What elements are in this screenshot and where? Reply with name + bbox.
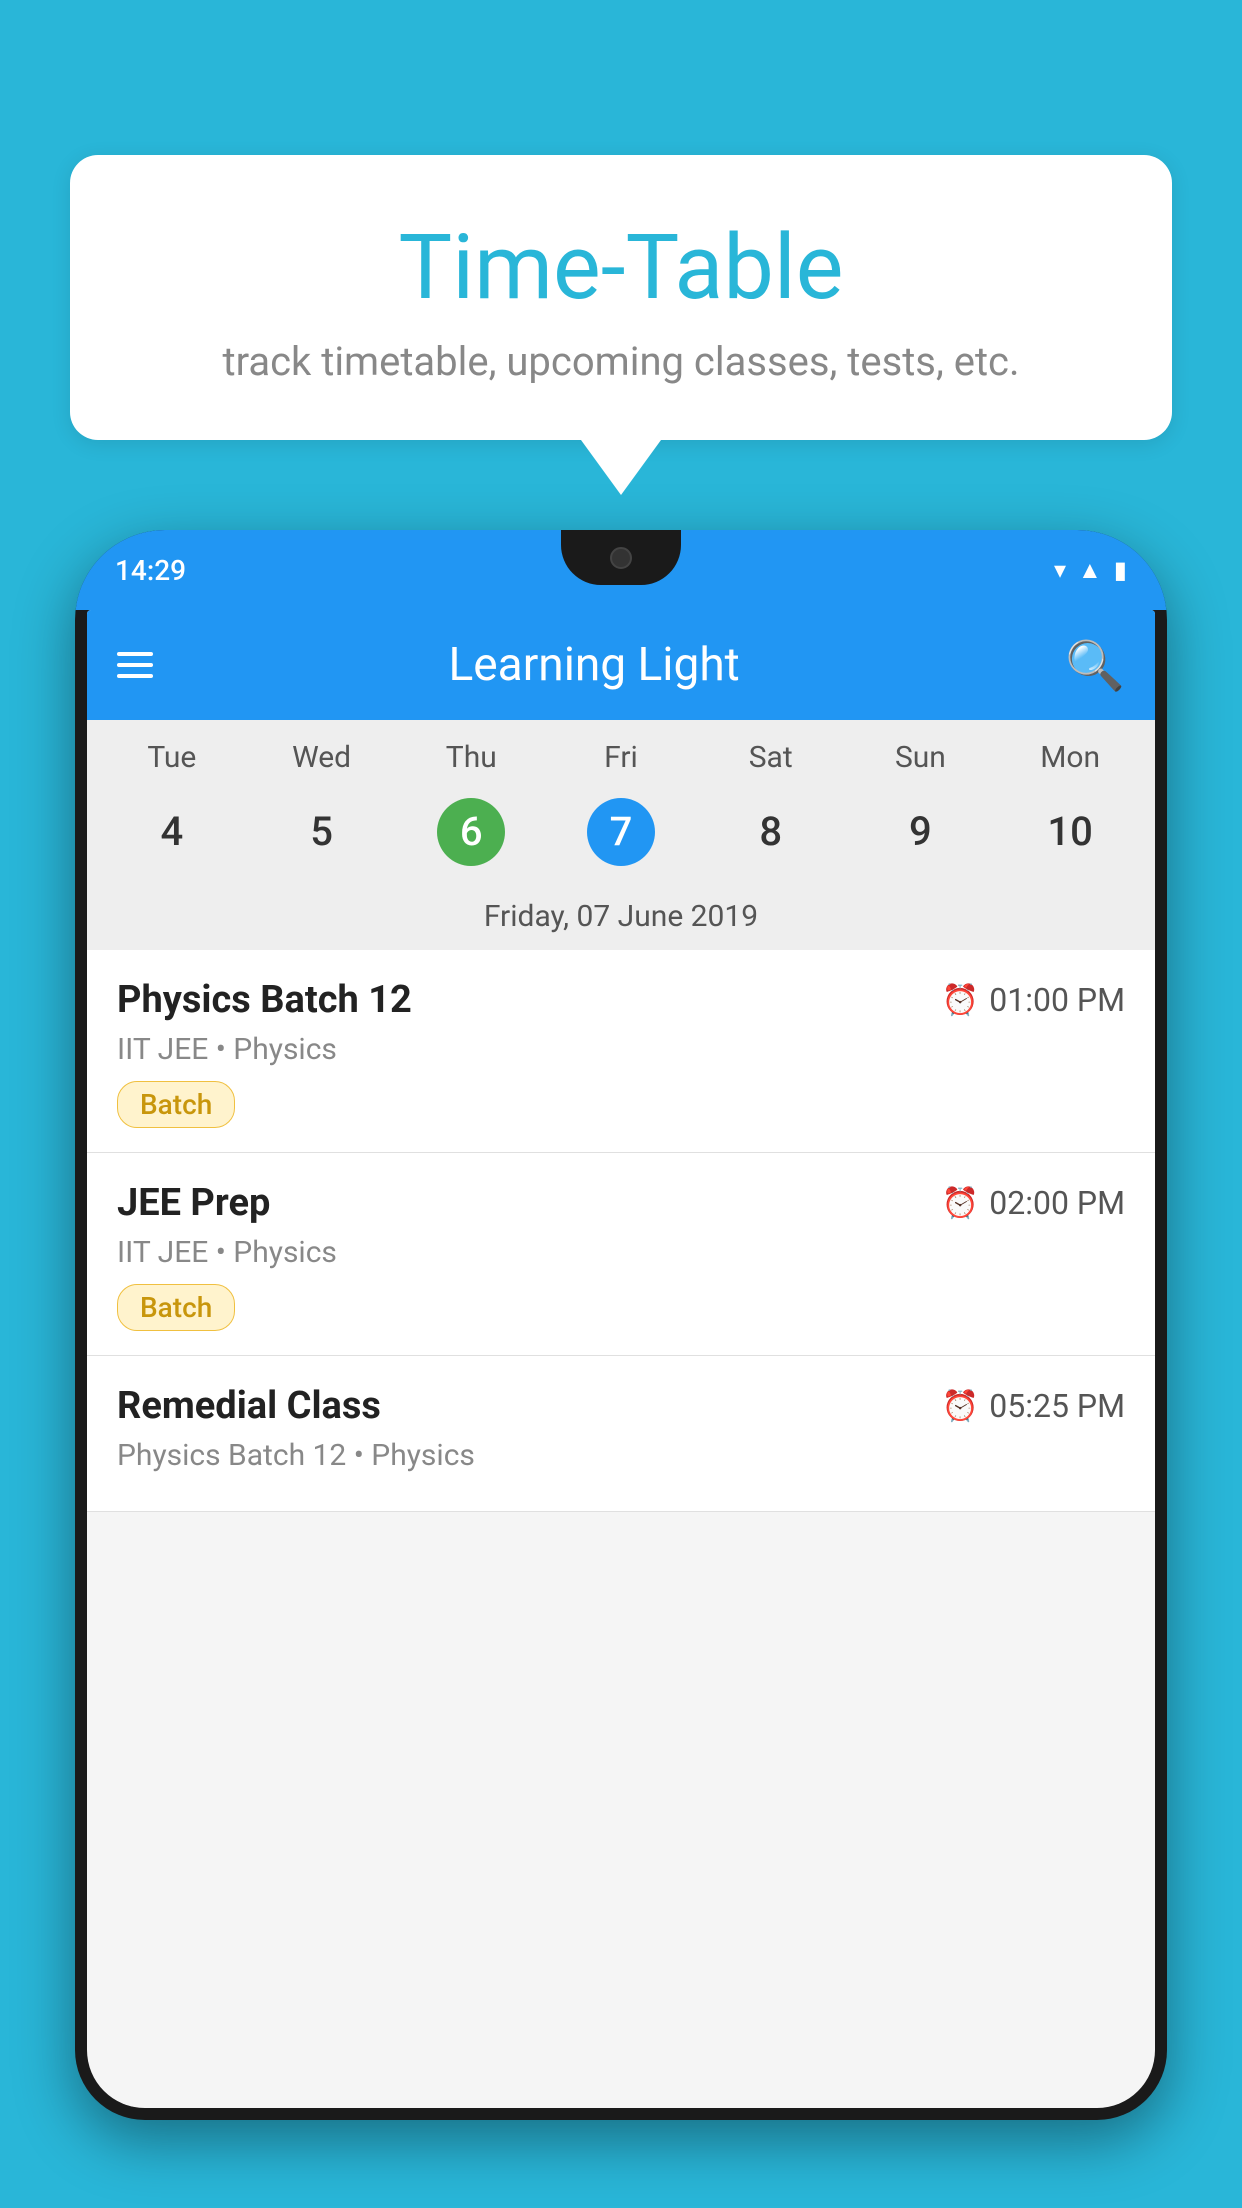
camera (610, 547, 632, 569)
hamburger-line-1 (117, 652, 153, 656)
hamburger-line-3 (117, 674, 153, 678)
schedule-item-2-header: JEE Prep ⏰ 02:00 PM (117, 1181, 1125, 1225)
date-10[interactable]: 10 (995, 802, 1145, 862)
day-mon: Mon (995, 740, 1145, 775)
notch-cutout (561, 530, 681, 585)
schedule-item-2-time-text: 02:00 PM (989, 1184, 1125, 1222)
schedule-item-3[interactable]: Remedial Class ⏰ 05:25 PM Physics Batch … (87, 1356, 1155, 1512)
day-headers: Tue Wed Thu Fri Sat Sun Mon (87, 720, 1155, 783)
schedule-item-1-subtitle: IIT JEE • Physics (117, 1032, 1125, 1067)
day-sat: Sat (696, 740, 846, 775)
date-6-today[interactable]: 6 (437, 798, 505, 866)
schedule-item-1-time-text: 01:00 PM (989, 981, 1125, 1019)
status-icons: ▾ ▲ ▮ (1054, 556, 1127, 585)
schedule-item-3-time-text: 05:25 PM (989, 1387, 1125, 1425)
schedule-item-3-time: ⏰ 05:25 PM (942, 1387, 1125, 1425)
hamburger-menu-button[interactable] (117, 652, 153, 678)
calendar-section: Tue Wed Thu Fri Sat Sun Mon 4 5 6 7 (87, 720, 1155, 950)
date-9[interactable]: 9 (846, 802, 996, 862)
hamburger-line-2 (117, 663, 153, 667)
status-time: 14:29 (115, 554, 186, 587)
date-4[interactable]: 4 (97, 802, 247, 862)
app-title: Learning Light (183, 638, 1005, 692)
date-5[interactable]: 5 (247, 802, 397, 862)
phone-screen: Learning Light 🔍 Tue Wed Thu Fri Sat Sun… (87, 610, 1155, 2108)
wifi-icon: ▾ (1054, 556, 1066, 584)
phone-container: 14:29 ▾ ▲ ▮ Learning Light 🔍 (75, 530, 1167, 2208)
schedule-item-3-header: Remedial Class ⏰ 05:25 PM (117, 1384, 1125, 1428)
day-fri: Fri (546, 740, 696, 775)
day-sun: Sun (846, 740, 996, 775)
phone-frame: 14:29 ▾ ▲ ▮ Learning Light 🔍 (75, 530, 1167, 2120)
day-thu: Thu (396, 740, 546, 775)
schedule-item-2[interactable]: JEE Prep ⏰ 02:00 PM IIT JEE • Physics Ba… (87, 1153, 1155, 1356)
speech-bubble-arrow (581, 440, 661, 495)
battery-icon: ▮ (1114, 556, 1127, 584)
clock-icon-3: ⏰ (942, 1389, 979, 1424)
date-7[interactable]: 7 (546, 788, 696, 876)
date-row: 4 5 6 7 8 9 10 (87, 783, 1155, 891)
page-subtitle: track timetable, upcoming classes, tests… (130, 338, 1112, 385)
date-6[interactable]: 6 (396, 788, 546, 876)
schedule-list: Physics Batch 12 ⏰ 01:00 PM IIT JEE • Ph… (87, 950, 1155, 1512)
clock-icon-2: ⏰ (942, 1186, 979, 1221)
app-bar: Learning Light 🔍 (87, 610, 1155, 720)
page-title: Time-Table (130, 215, 1112, 320)
batch-badge-2: Batch (117, 1284, 235, 1331)
signal-icon: ▲ (1078, 556, 1102, 585)
speech-bubble-container: Time-Table track timetable, upcoming cla… (70, 155, 1172, 495)
day-tue: Tue (97, 740, 247, 775)
schedule-item-1-title: Physics Batch 12 (117, 978, 412, 1022)
schedule-item-3-title: Remedial Class (117, 1384, 381, 1428)
schedule-item-3-subtitle: Physics Batch 12 • Physics (117, 1438, 1125, 1473)
schedule-item-2-subtitle: IIT JEE • Physics (117, 1235, 1125, 1270)
batch-badge-1: Batch (117, 1081, 235, 1128)
speech-bubble-card: Time-Table track timetable, upcoming cla… (70, 155, 1172, 440)
clock-icon-1: ⏰ (942, 983, 979, 1018)
schedule-item-1[interactable]: Physics Batch 12 ⏰ 01:00 PM IIT JEE • Ph… (87, 950, 1155, 1153)
selected-date-label: Friday, 07 June 2019 (87, 891, 1155, 950)
day-wed: Wed (247, 740, 397, 775)
schedule-item-2-title: JEE Prep (117, 1181, 270, 1225)
schedule-item-1-time: ⏰ 01:00 PM (942, 981, 1125, 1019)
date-8[interactable]: 8 (696, 802, 846, 862)
schedule-item-1-header: Physics Batch 12 ⏰ 01:00 PM (117, 978, 1125, 1022)
search-icon[interactable]: 🔍 (1065, 637, 1125, 694)
schedule-item-2-time: ⏰ 02:00 PM (942, 1184, 1125, 1222)
date-7-selected[interactable]: 7 (587, 798, 655, 866)
